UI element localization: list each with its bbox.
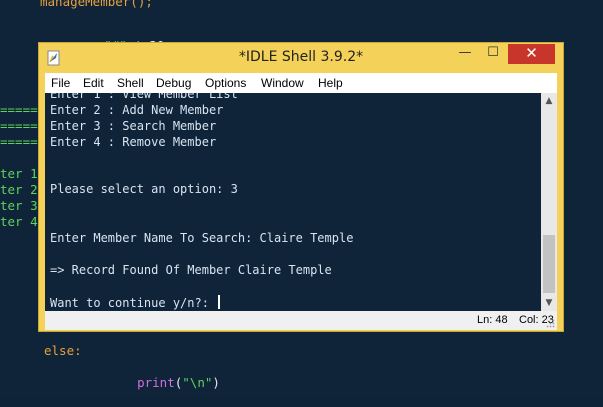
status-bar: Ln: 48 Col: 23 bbox=[45, 311, 557, 330]
menu-file[interactable]: File bbox=[51, 76, 70, 90]
shell-line: Enter 4 : Remove Member bbox=[50, 135, 217, 149]
shell-output-area[interactable]: Enter 1 : View Member List Enter 2 : Add… bbox=[45, 93, 541, 311]
scroll-up-icon[interactable]: ▲ bbox=[541, 93, 557, 109]
maximize-button[interactable]: ☐ bbox=[480, 44, 506, 64]
code-top-fragment: manageMember(); bbox=[40, 0, 153, 9]
menu-window[interactable]: Window bbox=[261, 76, 304, 90]
idle-shell-window: *IDLE Shell 3.9.2* — ☐ ✕ File Edit Shell… bbox=[38, 42, 564, 332]
menu-shell[interactable]: Shell bbox=[117, 76, 144, 90]
title-bar[interactable]: *IDLE Shell 3.9.2* — ☐ ✕ bbox=[39, 43, 563, 73]
code-print-line: print("\n") bbox=[137, 375, 220, 390]
text-cursor bbox=[218, 295, 221, 309]
menu-help[interactable]: Help bbox=[318, 76, 343, 90]
code-enter-fragment: ter 4 bbox=[0, 214, 38, 229]
close-button[interactable]: ✕ bbox=[508, 44, 555, 64]
menu-debug[interactable]: Debug bbox=[156, 76, 191, 90]
shell-line: Enter 3 : Search Member bbox=[50, 119, 217, 133]
code-enter-fragment: ter 2 bbox=[0, 182, 38, 197]
menu-options[interactable]: Options bbox=[205, 76, 246, 90]
menu-edit[interactable]: Edit bbox=[83, 76, 104, 90]
shell-line: Please select an option: 3 bbox=[50, 182, 238, 196]
scrollbar-thumb[interactable] bbox=[543, 235, 555, 293]
status-line-number: Ln: 48 bbox=[477, 314, 508, 326]
shell-line: Enter Member Name To Search: Claire Temp… bbox=[50, 231, 354, 245]
code-enter-fragment: ter 1 bbox=[0, 166, 38, 181]
code-enter-fragment: ter 3 bbox=[0, 198, 38, 213]
scroll-down-icon[interactable]: ▼ bbox=[541, 295, 557, 311]
minimize-button[interactable]: — bbox=[452, 44, 478, 64]
vertical-scrollbar[interactable]: ▲ ▼ bbox=[541, 93, 557, 311]
shell-line: Enter 2 : Add New Member bbox=[50, 103, 224, 117]
resize-grip-icon[interactable] bbox=[546, 319, 555, 328]
menu-bar: File Edit Shell Debug Options Window Hel… bbox=[45, 73, 557, 93]
shell-prompt-line[interactable]: Want to continue y/n?: bbox=[50, 295, 221, 310]
code-else-keyword: else: bbox=[44, 343, 82, 358]
shell-line: Enter 1 : View Member List bbox=[50, 93, 238, 101]
shell-line: => Record Found Of Member Claire Temple bbox=[50, 263, 332, 277]
